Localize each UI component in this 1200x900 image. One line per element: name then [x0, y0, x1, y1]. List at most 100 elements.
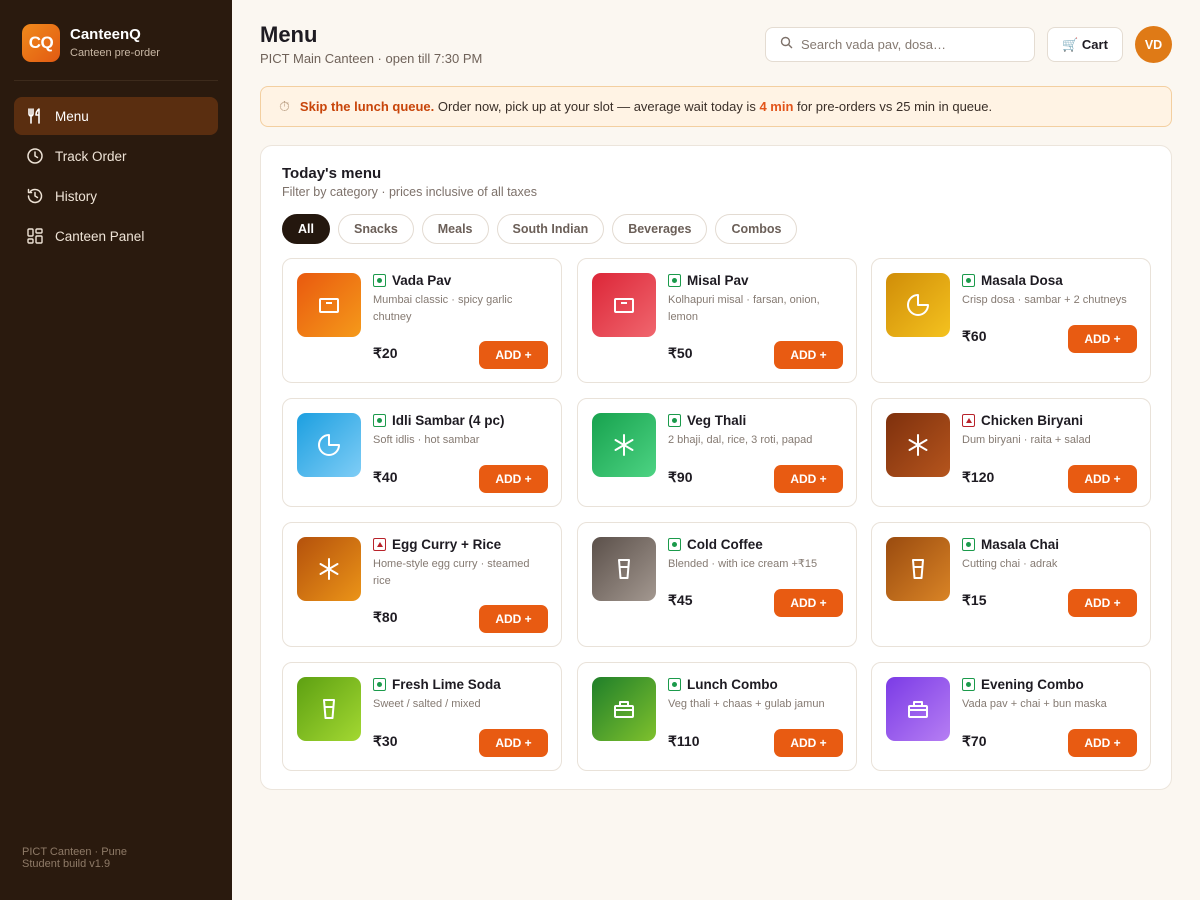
veg-badge-icon — [373, 274, 386, 287]
veg-badge-icon — [668, 274, 681, 287]
item-name: Egg Curry + Rice — [392, 537, 502, 552]
item-name: Masala Chai — [981, 537, 1060, 552]
menu-card: Misal Pav Kolhapuri misal · farsan, onio… — [577, 258, 857, 383]
add-button[interactable]: ADD + — [774, 589, 843, 617]
sidebar-nav: Menu Track Order History Canteen Panel — [14, 97, 218, 257]
sidebar-item-label: Track Order — [55, 148, 127, 164]
item-thumbnail — [886, 677, 950, 741]
menu-card: Vada Pav Mumbai classic · spicy garlic c… — [282, 258, 562, 383]
pie-icon — [904, 291, 932, 319]
item-description: Crisp dosa · sambar + 2 chutneys — [962, 294, 1127, 306]
item-price: ₹30 — [373, 733, 398, 749]
add-button[interactable]: ADD + — [1068, 465, 1137, 493]
add-button[interactable]: ADD + — [479, 465, 548, 493]
sidebar-item-history[interactable]: History — [14, 177, 218, 215]
item-price: ₹70 — [962, 733, 987, 749]
veg-badge-icon — [962, 274, 975, 287]
menu-card: Lunch Combo Veg thali + chaas + gulab ja… — [577, 662, 857, 771]
item-price: ₹50 — [668, 345, 693, 361]
chip-all[interactable]: All — [282, 214, 330, 244]
add-button[interactable]: ADD + — [774, 465, 843, 493]
brand[interactable]: CQ CanteenQ Canteen pre-order — [22, 24, 160, 62]
menu-card: Idli Sambar (4 pc) Soft idlis · hot samb… — [282, 398, 562, 507]
veg-badge-icon — [962, 538, 975, 551]
add-button[interactable]: ADD + — [1068, 589, 1137, 617]
item-description: Vada pav + chai + bun maska — [962, 698, 1107, 710]
add-button[interactable]: ADD + — [479, 341, 548, 369]
item-thumbnail — [297, 677, 361, 741]
add-button[interactable]: ADD + — [1068, 325, 1137, 353]
item-thumbnail — [297, 537, 361, 601]
chip-snacks[interactable]: Snacks — [337, 214, 414, 244]
item-name: Chicken Biryani — [981, 413, 1084, 428]
item-description: Veg thali + chaas + gulab jamun — [668, 698, 825, 710]
item-name: Misal Pav — [687, 273, 749, 288]
item-description: Soft idlis · hot sambar — [373, 434, 480, 446]
add-button[interactable]: ADD + — [479, 605, 548, 633]
sidebar-divider — [14, 80, 218, 81]
chip-meals[interactable]: Meals — [421, 214, 489, 244]
brand-name: CanteenQ — [70, 25, 141, 43]
item-thumbnail — [886, 273, 950, 337]
banner-strong: Skip the lunch queue. — [299, 99, 435, 114]
add-button[interactable]: ADD + — [774, 341, 843, 369]
asterisk-icon — [316, 556, 342, 582]
veg-badge-icon — [373, 678, 386, 691]
menu-card: Masala Dosa Crisp dosa · sambar + 2 chut… — [871, 258, 1151, 383]
add-button[interactable]: ADD + — [1068, 729, 1137, 757]
box-icon — [316, 292, 342, 318]
item-thumbnail — [297, 273, 361, 337]
sidebar-item-track-order[interactable]: Track Order — [14, 137, 218, 175]
chip-south-indian[interactable]: South Indian — [496, 214, 605, 244]
chip-beverages[interactable]: Beverages — [612, 214, 708, 244]
veg-badge-icon — [373, 414, 386, 427]
banner-text-before: Order now, pick up at your slot — averag… — [434, 99, 760, 114]
banner-text: Skip the lunch queue. Order now, pick up… — [300, 99, 992, 114]
item-description: Home-style egg curry · steamed rice — [373, 558, 530, 587]
search-input[interactable] — [801, 37, 1021, 52]
box-icon — [611, 292, 637, 318]
add-button[interactable]: ADD + — [774, 729, 843, 757]
cart-button[interactable]: 🛒 Cart — [1047, 27, 1123, 62]
panel-title: Today's menu — [282, 165, 382, 182]
avatar[interactable]: VD — [1135, 26, 1172, 63]
item-description: Dum biryani · raita + salad — [962, 434, 1091, 446]
search-box[interactable] — [765, 27, 1035, 62]
veg-badge-icon — [668, 414, 681, 427]
add-button[interactable]: ADD + — [479, 729, 548, 757]
bag-icon — [905, 696, 931, 722]
veg-badge-icon — [668, 538, 681, 551]
panel-subtitle: Filter by category · prices inclusive of… — [282, 185, 537, 199]
item-price: ₹40 — [373, 469, 398, 485]
category-filters: All Snacks Meals South Indian Beverages … — [282, 214, 805, 244]
sidebar: CQ CanteenQ Canteen pre-order Menu Track… — [0, 0, 232, 900]
item-price: ₹80 — [373, 609, 398, 625]
item-description: Kolhapuri misal · farsan, onion, lemon — [668, 294, 820, 323]
cup-icon — [905, 556, 931, 582]
page-title: Menu — [260, 22, 318, 47]
history-icon — [26, 187, 44, 205]
sidebar-item-canteen-panel[interactable]: Canteen Panel — [14, 217, 218, 255]
item-price: ₹120 — [962, 469, 995, 485]
menu-card: Chicken Biryani Dum biryani · raita + sa… — [871, 398, 1151, 507]
asterisk-icon — [905, 432, 931, 458]
item-name: Veg Thali — [687, 413, 747, 428]
brand-logo: CQ — [22, 24, 60, 62]
item-description: Cutting chai · adrak — [962, 558, 1058, 570]
item-thumbnail — [592, 413, 656, 477]
nonveg-badge-icon — [373, 538, 386, 551]
pie-icon — [315, 431, 343, 459]
menu-card: Masala Chai Cutting chai · adrak ₹15 ADD… — [871, 522, 1151, 647]
item-thumbnail — [592, 273, 656, 337]
menu-card: Fresh Lime Soda Sweet / salted / mixed ₹… — [282, 662, 562, 771]
item-description: 2 bhaji, dal, rice, 3 roti, papad — [668, 434, 813, 446]
sidebar-item-menu[interactable]: Menu — [14, 97, 218, 135]
veg-badge-icon — [668, 678, 681, 691]
item-description: Blended · with ice cream +₹15 — [668, 558, 818, 570]
footer-build: Student build v1.9 — [22, 858, 111, 870]
chip-combos[interactable]: Combos — [715, 214, 798, 244]
veg-badge-icon — [962, 678, 975, 691]
menu-card: Veg Thali 2 bhaji, dal, rice, 3 roti, pa… — [577, 398, 857, 507]
menu-card: Cold Coffee Blended · with ice cream +₹1… — [577, 522, 857, 647]
item-price: ₹20 — [373, 345, 398, 361]
